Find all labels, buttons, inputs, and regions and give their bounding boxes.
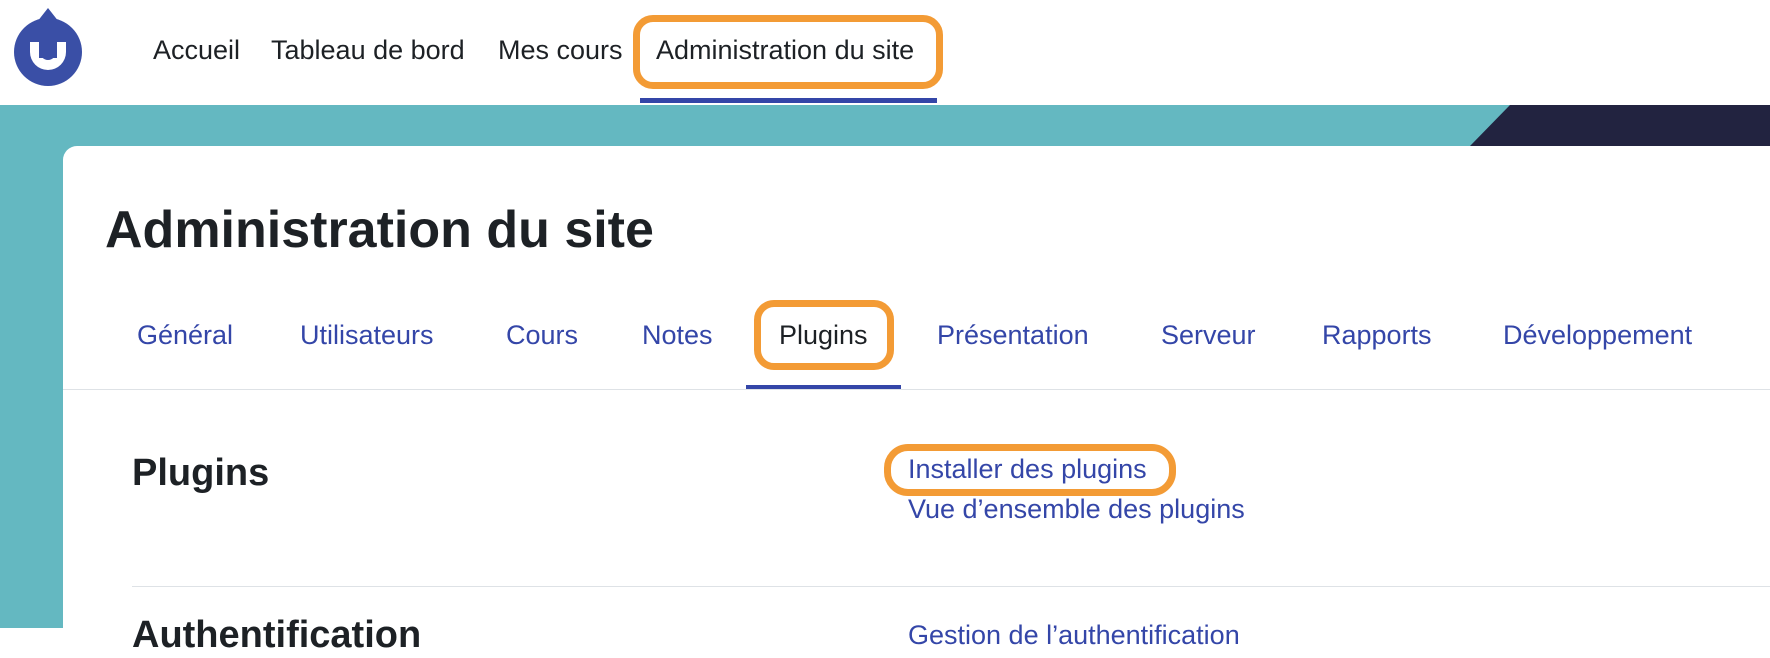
nav-item-accueil[interactable]: Accueil bbox=[153, 32, 240, 68]
tab-plugins[interactable]: Plugins bbox=[779, 318, 868, 352]
nav-item-mes-cours[interactable]: Mes cours bbox=[498, 32, 623, 68]
tab-rapports[interactable]: Rapports bbox=[1322, 318, 1432, 352]
section-divider bbox=[132, 586, 1770, 587]
nav-item-administration-du-site[interactable]: Administration du site bbox=[656, 32, 914, 68]
tabs-divider bbox=[63, 389, 1770, 390]
tab-general[interactable]: Général bbox=[137, 318, 233, 352]
hero-band-accent bbox=[1470, 105, 1770, 146]
moodle-logo-icon[interactable] bbox=[8, 6, 88, 88]
link-gestion-authentification[interactable]: Gestion de l’authentification bbox=[908, 618, 1240, 652]
page-title: Administration du site bbox=[105, 201, 654, 259]
nav-item-tableau-de-bord[interactable]: Tableau de bord bbox=[271, 32, 465, 68]
top-navbar: Accueil Tableau de bord Mes cours Admini… bbox=[0, 0, 1770, 105]
tab-utilisateurs[interactable]: Utilisateurs bbox=[300, 318, 434, 352]
link-vue-ensemble-des-plugins[interactable]: Vue d’ensemble des plugins bbox=[908, 492, 1245, 526]
tab-presentation[interactable]: Présentation bbox=[937, 318, 1089, 352]
tab-serveur[interactable]: Serveur bbox=[1161, 318, 1256, 352]
nav-active-indicator bbox=[640, 98, 937, 103]
section-title-authentification: Authentification bbox=[132, 614, 422, 656]
link-installer-des-plugins[interactable]: Installer des plugins bbox=[908, 452, 1147, 486]
tab-developpement[interactable]: Développement bbox=[1503, 318, 1692, 352]
tab-notes[interactable]: Notes bbox=[642, 318, 713, 352]
tab-cours[interactable]: Cours bbox=[506, 318, 578, 352]
section-title-plugins: Plugins bbox=[132, 452, 270, 494]
